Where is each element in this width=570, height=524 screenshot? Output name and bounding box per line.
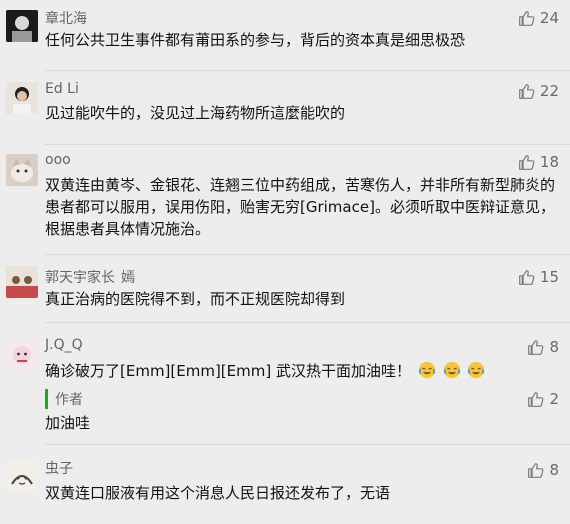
like-count: 2 — [549, 390, 559, 408]
divider — [45, 254, 570, 255]
comment-text: 见过能吹牛的，没见过上海药物所這麼能吹的 — [45, 104, 346, 122]
like-button[interactable]: 8 — [527, 337, 559, 357]
like-count: 24 — [539, 9, 559, 27]
thumbs-up-icon — [518, 10, 535, 27]
avatar[interactable] — [6, 340, 38, 372]
commenter-name-text: 郭天宇家长 — [45, 270, 115, 286]
like-count: 22 — [539, 82, 559, 100]
like-button[interactable]: 18 — [518, 152, 559, 172]
commenter-name[interactable]: 章北海 — [45, 8, 87, 28]
like-button[interactable]: 15 — [518, 267, 559, 287]
comment-item: 郭天宇家长嫣 15 真正治病的医院得不到，而不正规医院却得到 — [0, 258, 570, 324]
thumbs-up-icon — [518, 154, 535, 171]
avatar[interactable] — [6, 82, 38, 114]
author-label: 作者 — [55, 392, 83, 408]
comment-item: Ed Li 22 见过能吹牛的，没见过上海药物所這麼能吹的 — [0, 76, 570, 148]
thumbs-up-icon — [518, 83, 535, 100]
divider — [45, 144, 570, 145]
author-reply-bar — [45, 389, 48, 409]
cry-laugh-emoji-icon — [465, 361, 485, 380]
like-count: 8 — [549, 461, 559, 479]
comment-text: 双黄连由黄岑、金银花、连翘三位中药组成，苦寒伤人，并非所有新型肺炎的患者都可以服… — [45, 176, 556, 238]
comment-item: J.Q_Q 8 确诊破万了[Emm][Emm][Emm] 武汉热干面加油哇！ 作… — [0, 324, 570, 446]
divider — [45, 322, 570, 323]
comment-text: 双黄连口服液有用这个消息人民日报还发布了，无语 — [45, 484, 391, 502]
comment-item: 虫子 8 双黄连口服液有用这个消息人民日报还发布了，无语 — [0, 446, 570, 524]
cry-laugh-emoji-icon — [416, 361, 436, 380]
comment-text: 确诊破万了[Emm][Emm][Emm] 武汉热干面加油哇！ — [45, 360, 565, 382]
thumbs-up-icon — [527, 462, 544, 479]
thumbs-up-icon — [527, 391, 544, 408]
like-count: 15 — [539, 268, 559, 286]
reply-text: 加油哇 — [45, 414, 91, 432]
commenter-name[interactable]: J.Q_Q — [45, 337, 83, 353]
thumbs-up-icon — [527, 339, 544, 356]
commenter-name[interactable]: ooo — [45, 152, 71, 168]
comment-text-content: 确诊破万了[Emm][Emm][Emm] 武汉热干面加油哇！ — [45, 362, 411, 380]
commenter-name[interactable]: Ed Li — [45, 81, 79, 97]
like-button[interactable]: 24 — [518, 8, 559, 28]
comment-text: 真正治病的医院得不到，而不正规医院却得到 — [45, 290, 346, 308]
thumbs-up-icon — [518, 269, 535, 286]
comment-text: 任何公共卫生事件都有莆田系的参与，背后的资本真是细思极恐 — [45, 31, 466, 49]
comment-item: ooo 18 双黄连由黄岑、金银花、连翘三位中药组成，苦寒伤人，并非所有新型肺炎… — [0, 148, 570, 258]
divider — [45, 444, 570, 445]
reply-like-button[interactable]: 2 — [527, 389, 559, 409]
name-tag: 嫣 — [121, 270, 135, 286]
like-count: 18 — [539, 153, 559, 171]
divider — [45, 70, 570, 71]
avatar[interactable] — [6, 10, 38, 42]
like-button[interactable]: 8 — [527, 460, 559, 480]
avatar[interactable] — [6, 154, 38, 186]
commenter-name[interactable]: 虫子 — [45, 458, 73, 478]
cry-laugh-emoji-icon — [441, 361, 461, 380]
like-count: 8 — [549, 338, 559, 356]
avatar[interactable] — [6, 266, 38, 298]
like-button[interactable]: 22 — [518, 81, 559, 101]
avatar[interactable] — [6, 460, 38, 492]
commenter-name[interactable]: 郭天宇家长嫣 — [45, 267, 135, 287]
comment-item: 章北海 24 任何公共卫生事件都有莆田系的参与，背后的资本真是细思极恐 — [0, 0, 570, 76]
